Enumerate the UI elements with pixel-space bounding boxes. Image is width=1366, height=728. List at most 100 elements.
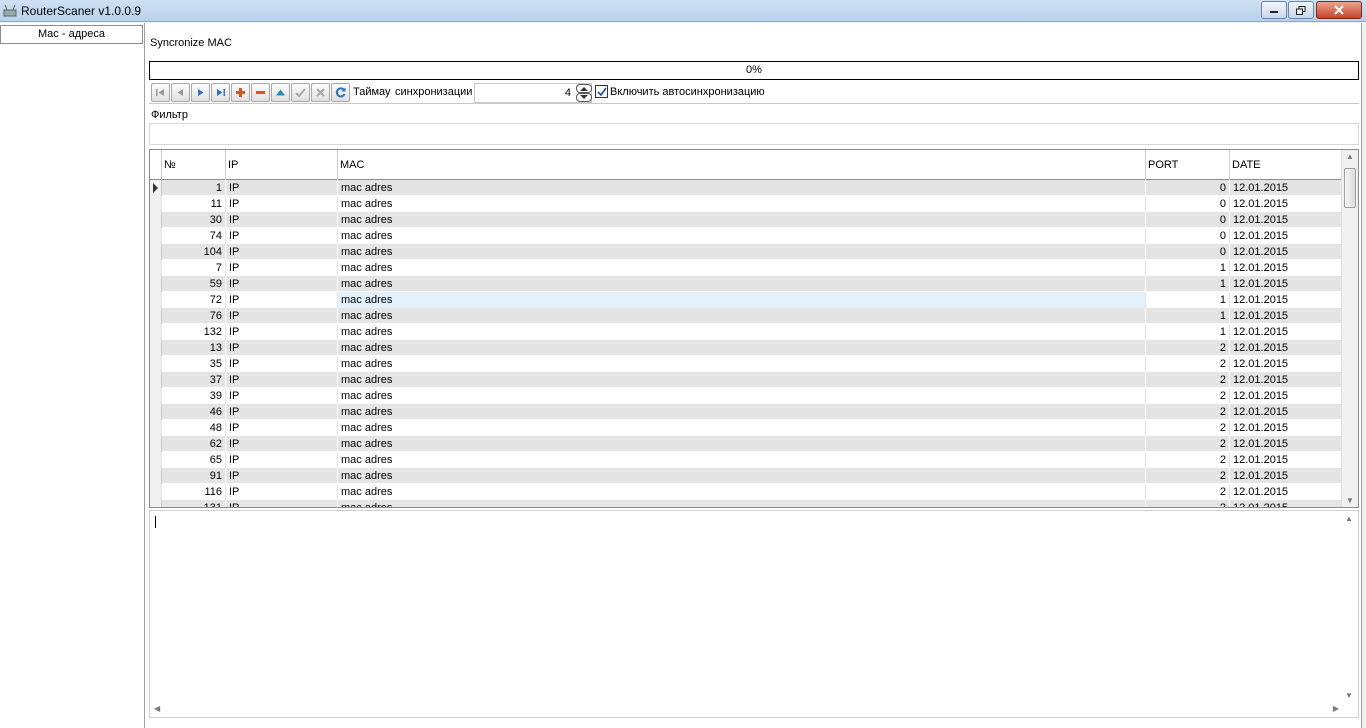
maximize-button[interactable] [1288, 1, 1314, 19]
cell-port[interactable]: 1 [1146, 292, 1230, 308]
table-row[interactable]: 76 IP mac adres 1 12.01.2015 [150, 308, 1342, 324]
table-row[interactable]: 74 IP mac adres 0 12.01.2015 [150, 228, 1342, 244]
cell-date[interactable]: 12.01.2015 [1230, 228, 1342, 244]
cell-date[interactable]: 12.01.2015 [1230, 436, 1342, 452]
autosync-checkbox[interactable] [595, 85, 608, 98]
cell-date[interactable]: 12.01.2015 [1230, 388, 1342, 404]
cell-mac[interactable]: mac adres [338, 436, 1146, 452]
cell-mac[interactable]: mac adres [338, 244, 1146, 260]
table-row[interactable]: 104 IP mac adres 0 12.01.2015 [150, 244, 1342, 260]
cell-ip[interactable]: IP [226, 420, 338, 436]
spin-up-icon[interactable] [576, 84, 592, 93]
table-row[interactable]: 91 IP mac adres 2 12.01.2015 [150, 468, 1342, 484]
cell-ip[interactable]: IP [226, 324, 338, 340]
cell-date[interactable]: 12.01.2015 [1230, 452, 1342, 468]
cell-mac[interactable]: mac adres [338, 356, 1146, 372]
cell-ip[interactable]: IP [226, 452, 338, 468]
cell-date[interactable]: 12.01.2015 [1230, 308, 1342, 324]
cell-num[interactable]: 48 [162, 420, 226, 436]
cell-mac[interactable]: mac adres [338, 340, 1146, 356]
mac-table[interactable]: № IP MAC PORT DATE 1 IP mac adres 0 12.01.20… [149, 149, 1359, 508]
cell-ip[interactable]: IP [226, 436, 338, 452]
cell-date[interactable]: 12.01.2015 [1230, 500, 1342, 507]
cell-num[interactable]: 59 [162, 276, 226, 292]
scroll-left-icon[interactable]: ◀ [154, 704, 160, 713]
table-vertical-scrollbar[interactable]: ▲ ▼ [1341, 150, 1358, 507]
cell-port[interactable]: 1 [1146, 276, 1230, 292]
cell-num[interactable]: 132 [162, 324, 226, 340]
cell-date[interactable]: 12.01.2015 [1230, 196, 1342, 212]
cell-ip[interactable]: IP [226, 340, 338, 356]
close-button[interactable] [1316, 1, 1362, 19]
cell-num[interactable]: 30 [162, 212, 226, 228]
cell-date[interactable]: 12.01.2015 [1230, 484, 1342, 500]
cell-ip[interactable]: IP [226, 308, 338, 324]
cell-date[interactable]: 12.01.2015 [1230, 340, 1342, 356]
cell-num[interactable]: 116 [162, 484, 226, 500]
timeout-spin-buttons[interactable] [576, 84, 592, 102]
cell-port[interactable]: 2 [1146, 452, 1230, 468]
cell-date[interactable]: 12.01.2015 [1230, 324, 1342, 340]
filter-input[interactable] [149, 123, 1359, 145]
cell-port[interactable]: 2 [1146, 372, 1230, 388]
cell-ip[interactable]: IP [226, 388, 338, 404]
cell-ip[interactable]: IP [226, 356, 338, 372]
cell-port[interactable]: 2 [1146, 356, 1230, 372]
cell-port[interactable]: 1 [1146, 260, 1230, 276]
minimize-button[interactable] [1261, 1, 1287, 19]
cell-ip[interactable]: IP [226, 484, 338, 500]
cell-ip[interactable]: IP [226, 260, 338, 276]
table-row[interactable]: 65 IP mac adres 2 12.01.2015 [150, 452, 1342, 468]
table-row[interactable]: 30 IP mac adres 0 12.01.2015 [150, 212, 1342, 228]
cell-mac[interactable]: mac adres [338, 196, 1146, 212]
cell-port[interactable]: 0 [1146, 228, 1230, 244]
cell-num[interactable]: 1 [162, 180, 226, 196]
table-row[interactable]: 132 IP mac adres 1 12.01.2015 [150, 324, 1342, 340]
cell-date[interactable]: 12.01.2015 [1230, 260, 1342, 276]
first-record-button[interactable] [151, 83, 170, 102]
cell-port[interactable]: 2 [1146, 340, 1230, 356]
scroll-up-icon[interactable]: ▲ [1345, 514, 1353, 523]
cell-mac[interactable]: mac adres [338, 404, 1146, 420]
cell-ip[interactable]: IP [226, 404, 338, 420]
cell-port[interactable]: 1 [1146, 308, 1230, 324]
cell-port[interactable]: 0 [1146, 196, 1230, 212]
scroll-down-icon[interactable]: ▼ [1346, 496, 1354, 505]
cell-date[interactable]: 12.01.2015 [1230, 244, 1342, 260]
table-row[interactable]: 35 IP mac adres 2 12.01.2015 [150, 356, 1342, 372]
scroll-down-icon[interactable]: ▼ [1345, 691, 1353, 700]
cell-mac[interactable]: mac adres [338, 228, 1146, 244]
cell-ip[interactable]: IP [226, 228, 338, 244]
table-row[interactable]: 46 IP mac adres 2 12.01.2015 [150, 404, 1342, 420]
column-header-num[interactable]: № [162, 150, 226, 180]
cell-num[interactable]: 131 [162, 500, 226, 507]
scroll-thumb[interactable] [1344, 168, 1356, 208]
cell-port[interactable]: 2 [1146, 420, 1230, 436]
cell-num[interactable]: 11 [162, 196, 226, 212]
memo-vertical-scrollbar[interactable]: ▲ ▼ [1341, 511, 1358, 703]
table-row[interactable]: 62 IP mac adres 2 12.01.2015 [150, 436, 1342, 452]
cell-mac[interactable]: mac adres [338, 484, 1146, 500]
cancel-edit-button[interactable] [311, 83, 330, 102]
cell-mac[interactable]: mac adres [338, 324, 1146, 340]
insert-record-button[interactable] [231, 83, 250, 102]
edit-record-button[interactable] [271, 83, 290, 102]
cell-mac[interactable]: mac adres [338, 212, 1146, 228]
cell-num[interactable]: 39 [162, 388, 226, 404]
scroll-right-icon[interactable]: ▶ [1333, 704, 1339, 713]
cell-ip[interactable]: IP [226, 212, 338, 228]
cell-ip[interactable]: IP [226, 244, 338, 260]
column-header-mac[interactable]: MAC [338, 150, 1146, 180]
cell-mac[interactable]: mac adres [338, 276, 1146, 292]
table-row[interactable]: 48 IP mac adres 2 12.01.2015 [150, 420, 1342, 436]
prior-record-button[interactable] [171, 83, 190, 102]
cell-port[interactable]: 2 [1146, 404, 1230, 420]
cell-ip[interactable]: IP [226, 372, 338, 388]
table-row[interactable]: 11 IP mac adres 0 12.01.2015 [150, 196, 1342, 212]
cell-port[interactable]: 0 [1146, 212, 1230, 228]
cell-mac[interactable]: mac adres [338, 180, 1146, 196]
delete-record-button[interactable] [251, 83, 270, 102]
table-row[interactable]: 13 IP mac adres 2 12.01.2015 [150, 340, 1342, 356]
next-record-button[interactable] [191, 83, 210, 102]
cell-mac[interactable]: mac adres [338, 308, 1146, 324]
